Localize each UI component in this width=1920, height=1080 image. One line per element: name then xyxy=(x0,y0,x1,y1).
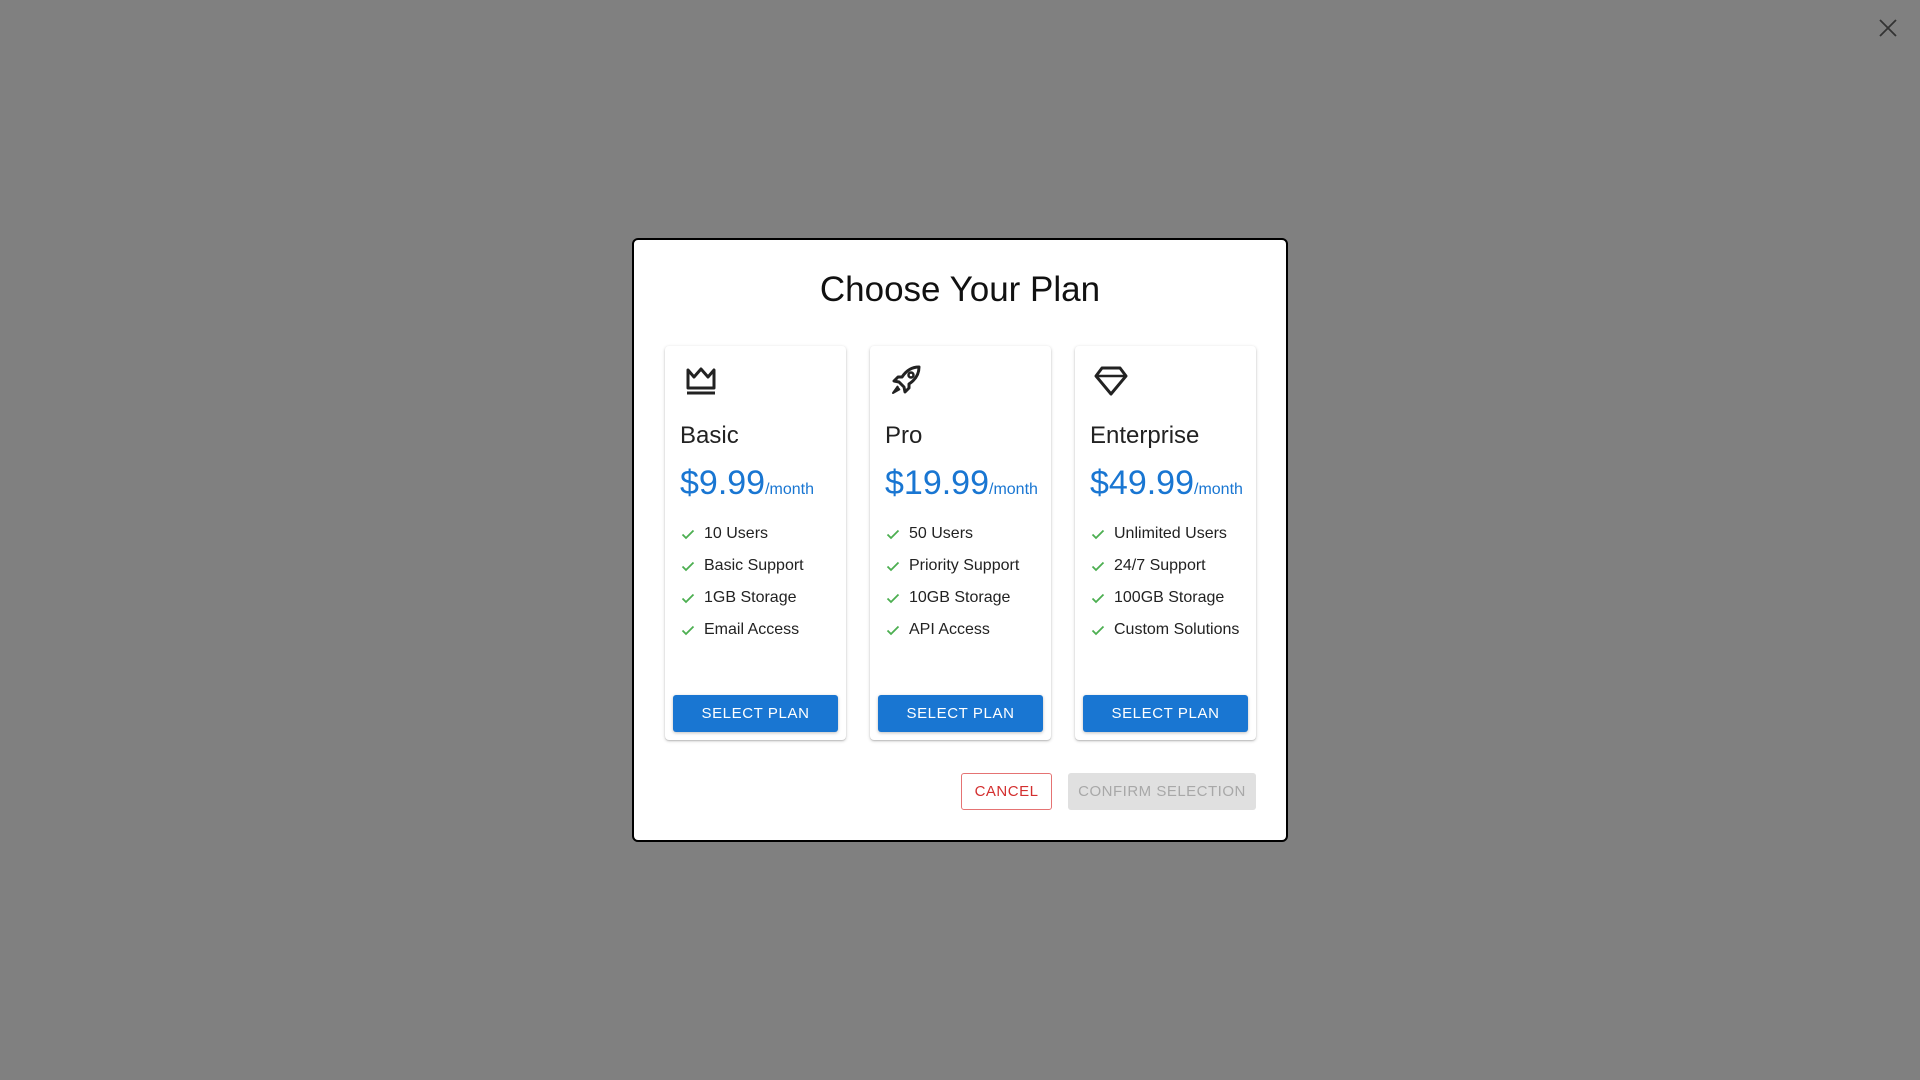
price-period: /month xyxy=(989,481,1038,498)
feature-item: 24/7 Support xyxy=(1090,554,1248,578)
plan-card-basic: Basic $9.99/month 10 Users Basic Support… xyxy=(665,346,846,740)
check-icon xyxy=(885,590,901,606)
price-amount: $19.99 xyxy=(885,464,989,502)
feature-label: 100GB Storage xyxy=(1114,589,1225,606)
plan-card-enterprise: Enterprise $49.99/month Unlimited Users … xyxy=(1075,346,1256,740)
check-icon xyxy=(1090,558,1106,574)
feature-label: Unlimited Users xyxy=(1114,525,1227,542)
diamond-icon xyxy=(1093,362,1129,398)
feature-item: 100GB Storage xyxy=(1090,586,1248,610)
dialog-title: Choose Your Plan xyxy=(819,270,1101,309)
plan-price: $9.99/month xyxy=(680,464,814,503)
plan-name: Enterprise xyxy=(1090,422,1200,449)
price-period: /month xyxy=(765,481,815,498)
confirm-selection-button[interactable]: CONFIRM SELECTION xyxy=(1068,773,1256,810)
check-icon xyxy=(680,590,696,606)
feature-item: Unlimited Users xyxy=(1090,522,1248,546)
feature-label: 24/7 Support xyxy=(1114,557,1206,574)
feature-label: Email Access xyxy=(704,621,800,638)
crown-icon xyxy=(683,362,719,398)
check-icon xyxy=(885,622,901,638)
feature-item: API Access xyxy=(885,618,1043,642)
price-amount: $9.99 xyxy=(680,464,766,502)
check-icon xyxy=(885,526,901,542)
feature-item: 10GB Storage xyxy=(885,586,1043,610)
feature-list: Unlimited Users 24/7 Support 100GB Stora… xyxy=(1090,522,1248,650)
price-amount: $49.99 xyxy=(1090,464,1194,502)
select-plan-button-enterprise[interactable]: SELECT PLAN xyxy=(1083,695,1248,732)
feature-item: Basic Support xyxy=(680,554,838,578)
check-icon xyxy=(680,558,696,574)
feature-item: Custom Solutions xyxy=(1090,618,1248,642)
select-plan-button-basic[interactable]: SELECT PLAN xyxy=(673,695,838,732)
close-icon[interactable] xyxy=(1874,14,1902,42)
plan-name: Basic xyxy=(680,422,739,449)
feature-item: 50 Users xyxy=(885,522,1043,546)
feature-label: 10 Users xyxy=(704,525,769,542)
feature-item: 1GB Storage xyxy=(680,586,838,610)
plan-cards: Basic $9.99/month 10 Users Basic Support… xyxy=(665,346,1256,740)
check-icon xyxy=(885,558,901,574)
plan-dialog: Choose Your Plan Basic $9.99/month 10 Us… xyxy=(632,238,1288,842)
feature-label: Basic Support xyxy=(704,557,804,574)
feature-label: Custom Solutions xyxy=(1114,621,1240,638)
feature-item: 10 Users xyxy=(680,522,838,546)
check-icon xyxy=(680,622,696,638)
plan-price: $19.99/month xyxy=(885,464,1038,503)
feature-list: 50 Users Priority Support 10GB Storage A… xyxy=(885,522,1043,650)
feature-label: API Access xyxy=(909,621,990,638)
check-icon xyxy=(1090,622,1106,638)
feature-label: 50 Users xyxy=(909,525,974,542)
feature-label: Priority Support xyxy=(909,557,1020,574)
rocket-icon xyxy=(888,362,924,398)
feature-list: 10 Users Basic Support 1GB Storage Email… xyxy=(680,522,838,650)
select-plan-button-pro[interactable]: SELECT PLAN xyxy=(878,695,1043,732)
cancel-button[interactable]: CANCEL xyxy=(961,773,1052,810)
feature-item: Priority Support xyxy=(885,554,1043,578)
price-period: /month xyxy=(1194,481,1243,498)
feature-item: Email Access xyxy=(680,618,838,642)
plan-price: $49.99/month xyxy=(1090,464,1243,503)
plan-name: Pro xyxy=(885,422,923,449)
feature-label: 1GB Storage xyxy=(704,589,797,606)
check-icon xyxy=(1090,526,1106,542)
check-icon xyxy=(1090,590,1106,606)
feature-label: 10GB Storage xyxy=(909,589,1011,606)
check-icon xyxy=(680,526,696,542)
plan-card-pro: Pro $19.99/month 50 Users Priority Suppo… xyxy=(870,346,1051,740)
